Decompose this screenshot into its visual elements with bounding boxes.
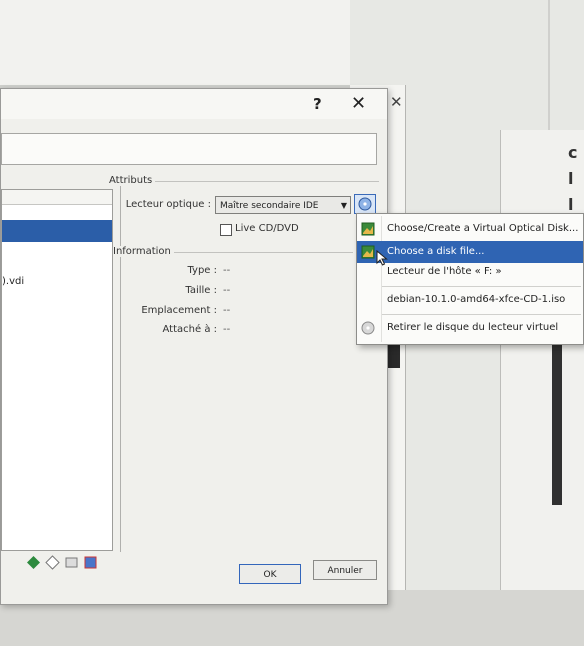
background-dark-bar [552,345,562,505]
optical-drive-value: Maître secondaire IDE [220,201,319,211]
menu-item-choose-disk-file[interactable]: Choose a disk file... [357,241,583,263]
tree-selected-item[interactable] [2,220,112,242]
menu-item-host-drive[interactable]: Lecteur de l'hôte « F: » [357,261,583,283]
optical-drive-label: Lecteur optique : [125,199,211,210]
menu-item-remove-disk[interactable]: Retirer le disque du lecteur virtuel [357,317,583,339]
size-value: -- [223,285,231,296]
location-label: Emplacement : [141,305,217,316]
ok-button[interactable]: OK [239,564,301,584]
type-value: -- [223,265,231,276]
optical-drive-select[interactable]: Maître secondaire IDE ▼ [215,196,351,214]
mouse-cursor-icon [376,250,388,266]
menu-item-debian-iso[interactable]: debian-10.1.0-amd64-xfce-CD-1.iso [357,289,583,311]
attached-to-label: Attaché à : [162,324,217,335]
close-button[interactable]: ✕ [351,93,366,114]
type-label: Type : [187,265,217,276]
remove-attachment-icon[interactable] [83,555,98,570]
location-value: -- [223,305,231,316]
choose-disk-button[interactable] [354,194,376,214]
size-label: Taille : [185,285,217,296]
chevron-down-icon: ▼ [340,201,347,210]
storage-settings-dialog: ? ✕ ).vdi Attributs Lecteur optique : Ma… [0,88,388,605]
cancel-button[interactable]: Annuler [313,560,377,580]
tree-header [2,190,112,205]
help-button[interactable]: ? [313,95,322,113]
add-controller-icon[interactable] [26,555,41,570]
tree-item-vdi[interactable]: ).vdi [2,276,24,287]
remove-controller-icon[interactable] [45,555,60,570]
optical-disk-icon [361,222,375,236]
live-cd-label: Live CD/DVD [235,223,299,234]
menu-item-choose-create-optical-disk[interactable]: Choose/Create a Virtual Optical Disk... [357,218,583,240]
remove-disk-icon [361,321,375,335]
attributes-group-title: Attributs [109,175,156,186]
add-attachment-icon[interactable] [64,555,79,570]
disk-file-icon [361,245,375,259]
storage-toolbar [26,555,98,571]
optical-disk-icon [358,197,372,211]
dialog-titlebar: ? ✕ [1,89,387,119]
dialog-header-field [1,133,377,165]
live-cd-checkbox[interactable] [220,224,232,236]
background-close-icon[interactable]: ✕ [390,93,403,111]
panel-splitter[interactable] [120,177,121,552]
storage-devices-tree[interactable]: ).vdi [1,189,113,551]
optical-disk-menu: Choose/Create a Virtual Optical Disk... … [356,213,584,345]
attached-to-value: -- [223,324,231,335]
information-group-title: Information [113,246,174,257]
menu-separator [382,286,581,287]
menu-separator [382,314,581,315]
